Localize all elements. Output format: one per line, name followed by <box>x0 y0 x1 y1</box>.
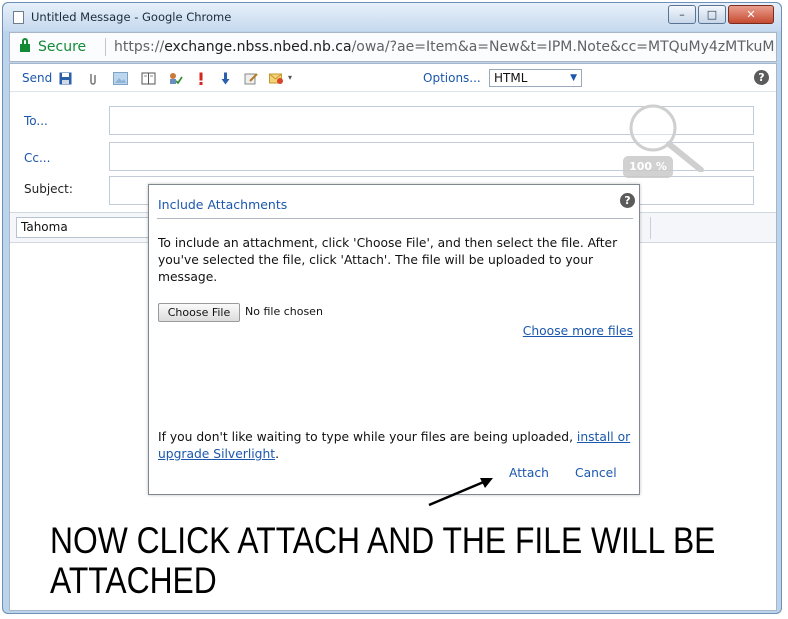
annotation-overlay: NOW CLICK ATTACH AND THE FILE WILL BE AT… <box>0 500 788 619</box>
annotation-line-1: NOW CLICK ATTACH AND THE FILE WILL BE <box>50 520 716 561</box>
annotation-line-2: ATTACHED <box>50 560 217 601</box>
